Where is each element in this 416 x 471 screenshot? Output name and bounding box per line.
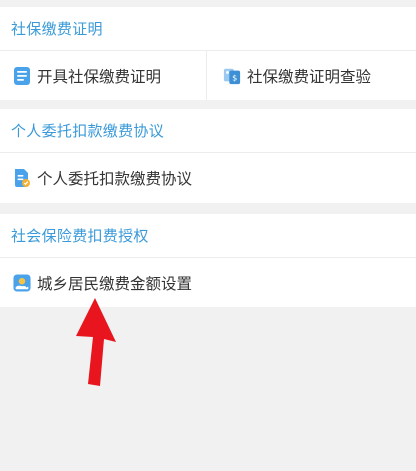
certificate-check-icon: $: [223, 66, 241, 86]
resident-payment-amount-setting-item[interactable]: 城乡居民缴费金额设置: [0, 258, 416, 307]
section-entrusted-deduction-agreement: 个人委托扣款缴费协议 个人委托扣款缴费协议: [0, 109, 416, 203]
item-label: 开具社保缴费证明: [37, 67, 162, 86]
section-title: 社保缴费证明: [0, 7, 416, 51]
svg-text:$: $: [232, 72, 237, 82]
issue-certificate-item[interactable]: 开具社保缴费证明: [0, 51, 206, 100]
agreement-document-icon: [13, 168, 31, 188]
section-row: 个人委托扣款缴费协议: [0, 153, 416, 203]
verify-certificate-item[interactable]: $ 社保缴费证明查验: [206, 51, 416, 100]
hand-coin-icon: [13, 273, 31, 293]
section-row: 开具社保缴费证明 $ 社保缴费证明查验: [0, 51, 416, 100]
page: 社保缴费证明 开具社保缴费证明 $ 社保缴费证明查验 个人委托扣款缴费协议 个人…: [0, 0, 416, 471]
section-title: 社会保险费扣费授权: [0, 214, 416, 258]
top-spacer: [0, 0, 416, 7]
section-premium-deduction-authorization: 社会保险费扣费授权 城乡居民缴费金额设置: [0, 214, 416, 307]
item-label: 社保缴费证明查验: [247, 67, 372, 86]
section-divider: [0, 203, 416, 214]
section-title: 个人委托扣款缴费协议: [0, 109, 416, 153]
entrusted-deduction-agreement-item[interactable]: 个人委托扣款缴费协议: [0, 153, 416, 203]
annotation-arrow-icon: [76, 298, 116, 386]
document-list-icon: [13, 66, 31, 86]
section-divider: [0, 100, 416, 109]
item-label: 城乡居民缴费金额设置: [37, 274, 193, 293]
section-row: 城乡居民缴费金额设置: [0, 258, 416, 307]
item-label: 个人委托扣款缴费协议: [37, 170, 193, 188]
section-social-security-certificate: 社保缴费证明 开具社保缴费证明 $ 社保缴费证明查验: [0, 7, 416, 100]
